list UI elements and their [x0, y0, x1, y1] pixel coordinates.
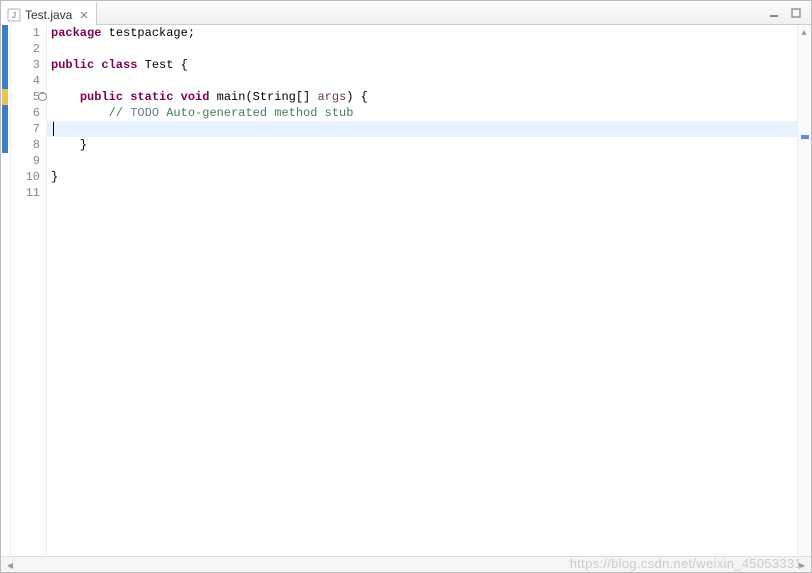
tab-title: Test.java [25, 8, 72, 22]
maximize-icon[interactable] [789, 6, 803, 20]
title-bar: J Test.java [1, 1, 811, 25]
warning-marker [2, 89, 8, 105]
title-controls [767, 1, 811, 24]
code-line[interactable]: package testpackage; [51, 25, 797, 41]
fold-toggle-icon[interactable] [38, 92, 47, 101]
minimize-icon[interactable] [767, 6, 781, 20]
editor-tab[interactable]: J Test.java [1, 1, 97, 25]
change-marker [2, 121, 8, 137]
line-number: 2 [11, 41, 46, 57]
title-spacer [97, 1, 767, 24]
overview-marker[interactable] [801, 135, 809, 139]
change-marker [2, 73, 8, 89]
change-marker [2, 57, 8, 73]
line-number: 8 [11, 137, 46, 153]
change-marker [2, 41, 8, 57]
line-number: 7 [11, 121, 46, 137]
horizontal-scrollbar[interactable]: ◂ ▸ [1, 556, 811, 572]
code-line[interactable]: // TODO Auto-generated method stub [51, 105, 797, 121]
scroll-right-arrow[interactable]: ▸ [795, 558, 809, 572]
code-line[interactable] [51, 185, 797, 201]
code-line[interactable]: } [51, 169, 797, 185]
code-line[interactable] [51, 73, 797, 89]
code-line[interactable]: public class Test { [51, 57, 797, 73]
line-number: 1 [11, 25, 46, 41]
line-number: 11 [11, 185, 46, 201]
line-number: 6 [11, 105, 46, 121]
line-number: 9 [11, 153, 46, 169]
change-marker [2, 137, 8, 153]
code-line[interactable] [51, 153, 797, 169]
code-line[interactable] [51, 41, 797, 57]
change-marker [2, 105, 8, 121]
code-line[interactable]: public static void main(String[] args) { [51, 89, 797, 105]
overview-ruler[interactable]: ▴ [797, 25, 811, 556]
text-caret [53, 122, 54, 136]
line-number-gutter[interactable]: 1234567891011 [11, 25, 47, 556]
svg-text:J: J [12, 11, 16, 20]
code-line[interactable] [51, 121, 797, 137]
scroll-up-arrow[interactable]: ▴ [797, 25, 811, 39]
editor-area: 1234567891011 package testpackage;public… [1, 25, 811, 556]
marker-strip [1, 25, 11, 556]
close-icon[interactable] [78, 9, 90, 21]
line-number: 4 [11, 73, 46, 89]
scroll-left-arrow[interactable]: ◂ [3, 558, 17, 572]
line-number: 3 [11, 57, 46, 73]
change-marker [2, 25, 8, 41]
code-line[interactable]: } [51, 137, 797, 153]
code-editor[interactable]: package testpackage;public class Test { … [47, 25, 797, 556]
line-number: 10 [11, 169, 46, 185]
java-file-icon: J [7, 8, 21, 22]
